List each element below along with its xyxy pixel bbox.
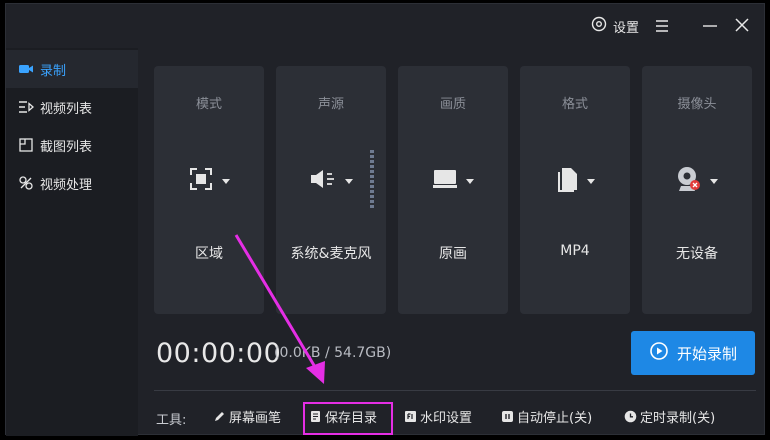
sidebar-item-record[interactable]: 录制 — [6, 50, 138, 88]
quality-selector[interactable] — [398, 166, 508, 196]
chevron-down-icon — [466, 178, 474, 184]
chevron-down-icon — [345, 178, 353, 184]
app-window: 设置 录制 视频列表 截图列表 视频处理 模式 区域 声源 系统&麦克风 画质 … — [5, 3, 765, 436]
region-select-icon — [188, 166, 214, 196]
webcam-selector[interactable] — [642, 166, 752, 196]
save-directory-tool[interactable]: 保存目录 — [309, 406, 377, 426]
file-icon — [555, 166, 579, 196]
sidebar-item-screenshot-list[interactable]: 截图列表 — [6, 126, 138, 164]
tool-label: 保存目录 — [325, 410, 378, 426]
menu-button[interactable] — [654, 18, 670, 34]
card-title: 摄像头 — [677, 97, 717, 112]
tool-label: 水印设置 — [420, 410, 473, 426]
card-title: 模式 — [195, 97, 222, 112]
webcam-card[interactable]: 摄像头 无设备 — [642, 66, 752, 314]
settings-label: 设置 — [613, 20, 640, 36]
screenshot-list-icon — [18, 137, 34, 153]
sidebar-item-label: 截图列表 — [40, 139, 93, 155]
minimize-icon — [703, 25, 717, 27]
gear-icon — [591, 16, 607, 36]
card-value: 系统&麦克风 — [290, 246, 372, 262]
card-value: 区域 — [195, 246, 223, 262]
chevron-down-icon — [222, 178, 230, 184]
tool-label: 自动停止(关) — [517, 410, 593, 426]
watermark-settings-tool[interactable]: 水印设置 — [404, 406, 472, 426]
card-title: 画质 — [439, 97, 466, 112]
camera-icon — [18, 61, 34, 77]
start-recording-button[interactable]: 开始录制 — [631, 331, 755, 375]
divider — [154, 390, 756, 391]
title-bar: 设置 — [6, 4, 764, 48]
card-title: 格式 — [561, 97, 588, 112]
chevron-down-icon — [710, 178, 718, 184]
close-button[interactable] — [733, 16, 751, 34]
file-size-readout: (0.0KB / 54.7GB) — [274, 345, 392, 361]
quality-card[interactable]: 画质 原画 — [398, 66, 508, 314]
card-value: 无设备 — [676, 246, 718, 262]
hamburger-icon — [656, 20, 668, 32]
video-process-icon — [18, 175, 34, 191]
pause-icon — [501, 410, 514, 423]
chevron-down-icon — [587, 178, 595, 184]
screen-pen-tool[interactable]: 屏幕画笔 — [213, 406, 281, 426]
card-value: MP4 — [560, 243, 590, 259]
start-recording-label: 开始录制 — [676, 344, 737, 363]
mode-card[interactable]: 模式 区域 — [154, 66, 264, 314]
scheduled-recording-tool[interactable]: 定时录制(关) — [624, 406, 715, 426]
tool-label: 屏幕画笔 — [229, 410, 282, 426]
format-selector[interactable] — [520, 166, 630, 196]
tool-label: 定时录制(关) — [640, 410, 716, 426]
clock-icon — [624, 410, 637, 423]
watermark-icon — [404, 410, 417, 423]
play-icon — [649, 341, 669, 365]
sidebar: 录制 视频列表 截图列表 视频处理 — [6, 48, 138, 436]
format-card[interactable]: 格式 MP4 — [520, 66, 630, 314]
auto-stop-tool[interactable]: 自动停止(关) — [501, 406, 592, 426]
pen-icon — [213, 410, 226, 423]
settings-button[interactable]: 设置 — [591, 16, 639, 36]
volume-meter — [370, 150, 374, 208]
card-value: 原画 — [439, 246, 467, 262]
monitor-icon — [432, 168, 458, 194]
sidebar-item-label: 视频处理 — [40, 177, 93, 193]
speaker-icon — [309, 168, 337, 194]
folder-doc-icon — [309, 410, 322, 423]
sidebar-item-label: 视频列表 — [40, 101, 93, 117]
webcam-icon — [676, 165, 702, 197]
sidebar-item-label: 录制 — [40, 63, 67, 79]
card-title: 声源 — [317, 97, 344, 112]
audio-source-card[interactable]: 声源 系统&麦克风 — [276, 66, 386, 314]
sidebar-item-video-process[interactable]: 视频处理 — [6, 164, 138, 202]
sidebar-item-video-list[interactable]: 视频列表 — [6, 88, 138, 126]
minimize-button[interactable] — [701, 18, 719, 34]
close-icon — [735, 18, 749, 32]
video-list-icon — [18, 99, 34, 115]
mode-selector[interactable] — [154, 166, 264, 196]
recording-timer: 00:00:00 — [156, 338, 282, 369]
tools-label: 工具: — [156, 413, 187, 428]
